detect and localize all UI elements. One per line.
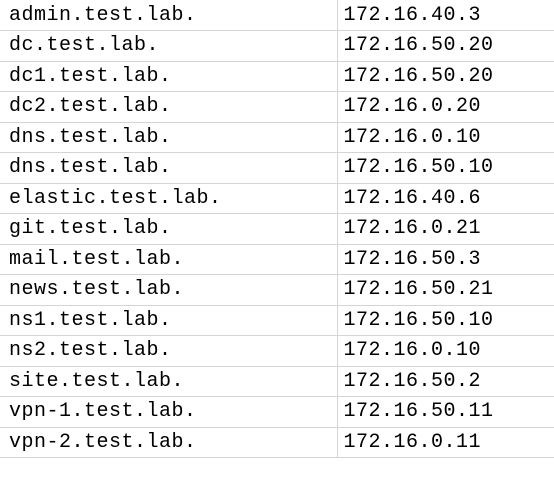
table-row: mail.test.lab. 172.16.50.3 xyxy=(0,244,554,275)
table-row: news.test.lab. 172.16.50.21 xyxy=(0,274,554,306)
hostname-cell[interactable]: ns1.test.lab. xyxy=(0,305,338,336)
hostname-cell[interactable]: dns.test.lab. xyxy=(0,122,338,153)
ip-address-cell[interactable]: 172.16.50.10 xyxy=(337,152,554,184)
ip-address-cell[interactable]: 172.16.50.2 xyxy=(337,366,554,397)
hostname-cell[interactable]: ns2.test.lab. xyxy=(0,335,338,367)
table-row: elastic.test.lab. 172.16.40.6 xyxy=(0,183,554,214)
hostname-cell[interactable]: mail.test.lab. xyxy=(0,244,338,275)
ip-address-cell[interactable]: 172.16.50.21 xyxy=(337,274,554,306)
ip-address-cell[interactable]: 172.16.0.10 xyxy=(337,335,554,367)
hostname-cell[interactable]: dns.test.lab. xyxy=(0,152,338,184)
table-row: dc1.test.lab. 172.16.50.20 xyxy=(0,61,554,92)
ip-address-cell[interactable]: 172.16.0.11 xyxy=(337,427,554,458)
table-row: site.test.lab. 172.16.50.2 xyxy=(0,366,554,397)
ip-address-cell[interactable]: 172.16.50.20 xyxy=(337,30,554,62)
hostname-cell[interactable]: dc1.test.lab. xyxy=(0,61,338,92)
ip-address-cell[interactable]: 172.16.40.6 xyxy=(337,183,554,214)
hostname-cell[interactable]: dc.test.lab. xyxy=(0,30,338,62)
table-row: admin.test.lab. 172.16.40.3 xyxy=(0,0,554,31)
table-row: vpn-2.test.lab. 172.16.0.11 xyxy=(0,427,554,458)
spreadsheet-grid: admin.test.lab. 172.16.40.3 dc.test.lab.… xyxy=(0,0,554,482)
hostname-cell[interactable]: dc2.test.lab. xyxy=(0,91,338,123)
table-row: ns1.test.lab. 172.16.50.10 xyxy=(0,305,554,336)
ip-address-cell[interactable]: 172.16.0.10 xyxy=(337,122,554,153)
hostname-cell[interactable]: admin.test.lab. xyxy=(0,0,338,31)
table-row: dc2.test.lab. 172.16.0.20 xyxy=(0,91,554,123)
ip-address-cell[interactable]: 172.16.40.3 xyxy=(337,0,554,31)
ip-address-cell[interactable]: 172.16.50.10 xyxy=(337,305,554,336)
ip-address-cell[interactable]: 172.16.50.20 xyxy=(337,61,554,92)
hostname-cell[interactable]: git.test.lab. xyxy=(0,213,338,245)
ip-address-cell[interactable]: 172.16.50.3 xyxy=(337,244,554,275)
table-row: vpn-1.test.lab. 172.16.50.11 xyxy=(0,396,554,428)
ip-address-cell[interactable]: 172.16.50.11 xyxy=(337,396,554,428)
table-row: dc.test.lab. 172.16.50.20 xyxy=(0,30,554,62)
table-row: dns.test.lab. 172.16.0.10 xyxy=(0,122,554,153)
hostname-cell[interactable]: elastic.test.lab. xyxy=(0,183,338,214)
table-row: ns2.test.lab. 172.16.0.10 xyxy=(0,335,554,367)
ip-address-cell[interactable]: 172.16.0.21 xyxy=(337,213,554,245)
hostname-cell[interactable]: news.test.lab. xyxy=(0,274,338,306)
hostname-cell[interactable]: vpn-2.test.lab. xyxy=(0,427,338,458)
table-row: dns.test.lab. 172.16.50.10 xyxy=(0,152,554,184)
dns-records-table: admin.test.lab. 172.16.40.3 dc.test.lab.… xyxy=(0,0,554,458)
hostname-cell[interactable]: vpn-1.test.lab. xyxy=(0,396,338,428)
table-row: git.test.lab. 172.16.0.21 xyxy=(0,213,554,245)
hostname-cell[interactable]: site.test.lab. xyxy=(0,366,338,397)
ip-address-cell[interactable]: 172.16.0.20 xyxy=(337,91,554,123)
table-body: admin.test.lab. 172.16.40.3 dc.test.lab.… xyxy=(0,0,554,458)
